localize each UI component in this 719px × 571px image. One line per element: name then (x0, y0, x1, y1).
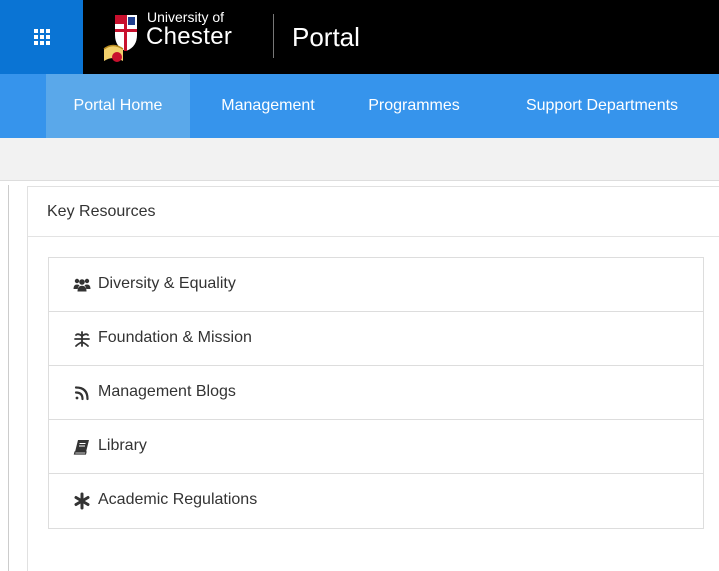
resource-label: Foundation & Mission (98, 329, 252, 346)
nav-item-management[interactable]: Management (200, 74, 336, 138)
app-launcher-button[interactable] (0, 0, 83, 74)
panel-header: Key Resources (28, 187, 719, 237)
resource-link-academic-regulations[interactable]: Academic Regulations (49, 474, 703, 528)
university-logo[interactable]: University of Chester (101, 9, 259, 65)
pilcrow-leaf-icon (73, 330, 91, 348)
panel-title: Key Resources (47, 203, 156, 220)
resource-link-diversity-equality[interactable]: Diversity & Equality (49, 258, 703, 312)
site-title[interactable]: Portal (292, 22, 360, 53)
resource-label: Management Blogs (98, 383, 236, 400)
book-icon (73, 438, 91, 456)
ribbon-bar (0, 138, 719, 181)
university-crest-icon (103, 15, 137, 62)
resource-link-management-blogs[interactable]: Management Blogs (49, 366, 703, 420)
nav-item-portal-home[interactable]: Portal Home (46, 74, 190, 138)
header-divider (273, 14, 274, 58)
nav-item-support-departments[interactable]: Support Departments (496, 74, 708, 138)
nav-item-programmes[interactable]: Programmes (346, 74, 482, 138)
rss-icon (73, 384, 91, 402)
users-icon (73, 276, 91, 294)
top-navigation: Portal Home Management Programmes Suppor… (0, 74, 719, 138)
asterisk-icon (73, 492, 91, 510)
key-resources-panel: Key Resources Diversity & Equality Found… (27, 186, 719, 571)
logo-line-2: Chester (146, 23, 233, 50)
resource-link-library[interactable]: Library (49, 420, 703, 474)
resource-label: Diversity & Equality (98, 275, 236, 292)
resource-label: Academic Regulations (98, 491, 258, 508)
page-left-border (8, 185, 9, 571)
resource-label: Library (98, 437, 147, 454)
top-bar: University of Chester Portal (0, 0, 719, 74)
resource-list: Diversity & Equality Foundation & Missio… (48, 257, 704, 529)
resource-link-foundation-mission[interactable]: Foundation & Mission (49, 312, 703, 366)
waffle-icon (33, 29, 50, 45)
